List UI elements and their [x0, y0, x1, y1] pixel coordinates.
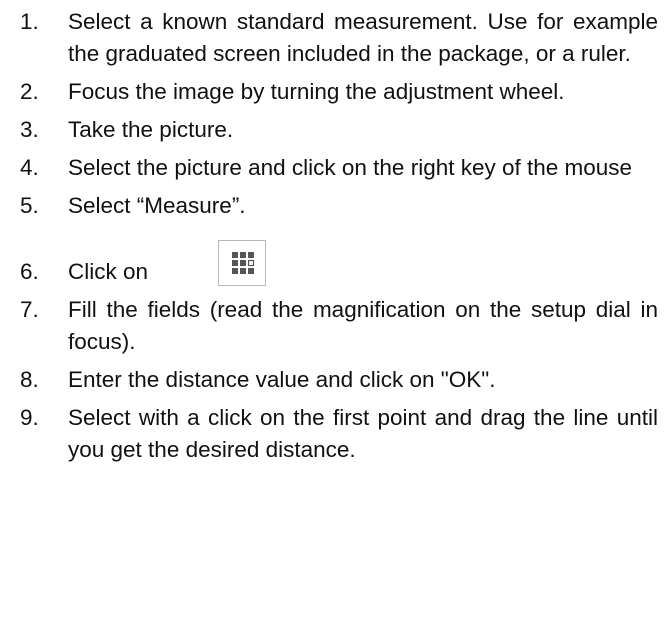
- step-text: Select “Measure”.: [68, 193, 246, 218]
- step-text: Take the picture.: [68, 117, 234, 142]
- step-2: 2. Focus the image by turning the adjust…: [0, 76, 668, 108]
- step-text: Focus the image by turning the adjustmen…: [68, 79, 565, 104]
- step-number: 6.: [20, 259, 39, 284]
- measure-grid-icon: [232, 252, 255, 274]
- step-8: 8. Enter the distance value and click on…: [0, 364, 668, 396]
- step-9: 9. Select with a click on the first poin…: [0, 402, 668, 466]
- step-text: Select the picture and click on the righ…: [68, 155, 633, 180]
- step-text: Click on: [68, 259, 149, 284]
- step-4: 4. Select the picture and click on the r…: [0, 152, 668, 184]
- step-text: Select with a click on the first point a…: [68, 405, 658, 462]
- step-6: 6. Click on: [0, 228, 668, 288]
- step-number: 5.: [20, 193, 39, 218]
- step-text: Enter the distance value and click on "O…: [68, 367, 496, 392]
- step-number: 2.: [20, 79, 39, 104]
- step-1: 1. Select a known standard measurement. …: [0, 6, 668, 70]
- instruction-document: 1. Select a known standard measurement. …: [0, 0, 668, 625]
- step-number: 1.: [20, 9, 39, 34]
- step-number: 3.: [20, 117, 39, 142]
- step-5: 5. Select “Measure”.: [0, 190, 668, 222]
- step-number: 8.: [20, 367, 39, 392]
- step-text: Fill the fields (read the magnification …: [68, 297, 658, 354]
- step-number: 9.: [20, 405, 39, 430]
- step-number: 7.: [20, 297, 39, 322]
- measure-grid-button[interactable]: [218, 240, 266, 286]
- step-7: 7. Fill the fields (read the magnificati…: [0, 294, 668, 358]
- step-3: 3. Take the picture.: [0, 114, 668, 146]
- steps-list: 1. Select a known standard measurement. …: [0, 6, 668, 466]
- step-text: Select a known standard measurement. Use…: [68, 9, 658, 66]
- step-number: 4.: [20, 155, 39, 180]
